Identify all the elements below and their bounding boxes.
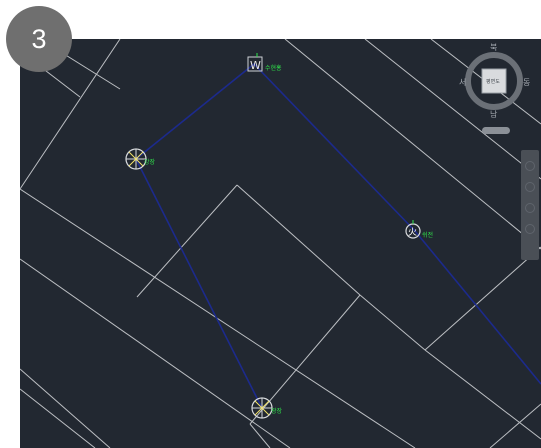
- svg-text:火: 火: [408, 227, 417, 238]
- compass-south[interactable]: 남: [490, 110, 498, 119]
- valve-icon[interactable]: W: [247, 53, 263, 72]
- marker-label-left: 강장: [144, 158, 156, 166]
- navigation-bar[interactable]: [521, 150, 539, 260]
- compass-east[interactable]: 동: [523, 78, 530, 87]
- orbit-icon[interactable]: [525, 203, 535, 213]
- drawing-canvas[interactable]: W 수현홍 강장 火 쉬전 광장 북 남 동 서 평면도: [20, 39, 541, 448]
- viewcube-face[interactable]: 평면도: [486, 78, 500, 85]
- step-badge: 3: [6, 6, 72, 72]
- marker-label-right: 쉬전: [422, 231, 433, 239]
- svg-text:W: W: [250, 59, 261, 72]
- compass-west[interactable]: 서: [459, 78, 466, 87]
- pipe-route-line[interactable]: [135, 62, 541, 385]
- marker-label-bottom: 광장: [271, 407, 283, 415]
- showmotion-icon[interactable]: [525, 224, 535, 234]
- ucs-menu-button[interactable]: [482, 127, 510, 134]
- parcel-lines: [20, 39, 541, 448]
- pipe-route-line-lower[interactable]: [135, 158, 263, 409]
- cad-viewport[interactable]: W 수현홍 강장 火 쉬전 광장 북 남 동 서 평면도: [20, 39, 541, 448]
- pan-icon[interactable]: [525, 161, 535, 171]
- wellhead-icon[interactable]: [251, 397, 273, 419]
- wellhead-icon[interactable]: [125, 148, 147, 170]
- zoom-icon[interactable]: [525, 182, 535, 192]
- marker-label-top: 수현홍: [265, 64, 282, 72]
- compass-north[interactable]: 북: [490, 43, 497, 52]
